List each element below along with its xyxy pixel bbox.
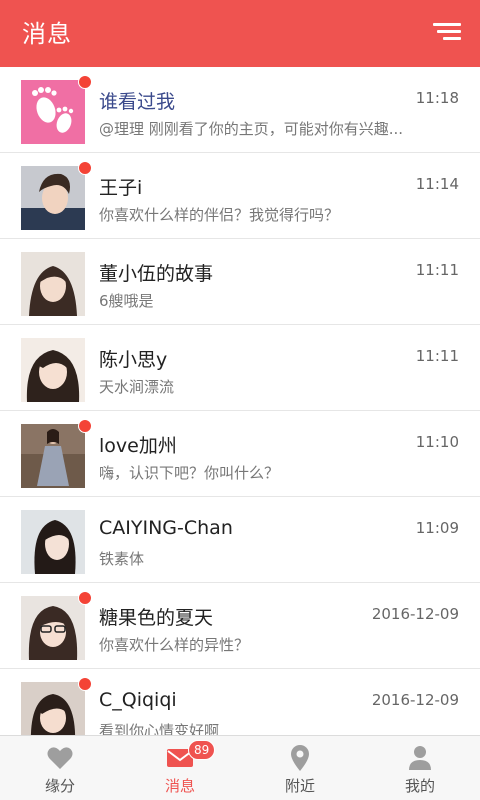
message-row[interactable]: CAIYING-Chan 铁素体 11:09: [0, 497, 480, 583]
message-time: 11:14: [415, 175, 459, 193]
message-time: 2016-12-09: [371, 691, 459, 709]
message-row[interactable]: 王子i 你喜欢什么样的伴侣？我觉得行吗？ 11:14: [0, 153, 480, 239]
message-time: 11:11: [415, 261, 459, 279]
message-row[interactable]: 董小伍的故事 6艘哦是 11:11: [0, 239, 480, 325]
avatar: [21, 510, 85, 574]
message-row[interactable]: 糖果色的夏天 你喜欢什么样的异性？ 2016-12-09: [0, 583, 480, 669]
message-time: 11:18: [415, 89, 459, 107]
contact-name: love加州: [99, 435, 177, 457]
person-icon: [409, 746, 431, 770]
page-title: 消息: [22, 20, 72, 48]
contact-name: C_Qiqiqi: [99, 689, 177, 711]
message-preview: 铁素体: [99, 550, 145, 568]
message-preview: @理理 刚刚看了你的主页，可能对你有兴趣...: [99, 120, 404, 138]
heart-icon: [47, 747, 73, 769]
unread-dot: [78, 419, 92, 433]
avatar: [21, 424, 85, 488]
tab-me[interactable]: 我的: [360, 736, 480, 800]
message-list[interactable]: 谁看过我 @理理 刚刚看了你的主页，可能对你有兴趣... 11:18 王子i 你…: [0, 67, 480, 735]
message-row[interactable]: 陈小思y 天水涧漂流 11:11: [0, 325, 480, 411]
message-row[interactable]: C_Qiqiqi 看到你心情变好啊 2016-12-09: [0, 669, 480, 735]
message-time: 11:10: [415, 433, 459, 451]
contact-name: 王子i: [99, 177, 143, 199]
message-time: 2016-12-09: [371, 605, 459, 623]
unread-dot: [78, 161, 92, 175]
message-preview: 你喜欢什么样的异性？: [99, 636, 250, 654]
tab-label: 消息: [164, 777, 195, 795]
contact-name: CAIYING-Chan: [99, 517, 233, 539]
tab-label: 我的: [404, 777, 435, 795]
bottom-tab-bar: 缘分 89 消息 附近 我的: [0, 735, 480, 800]
contact-name: 陈小思y: [99, 349, 168, 371]
message-preview: 看到你心情变好啊: [99, 722, 220, 735]
footprint-icon: [21, 80, 85, 144]
avatar: [21, 596, 85, 660]
message-row-visitors[interactable]: 谁看过我 @理理 刚刚看了你的主页，可能对你有兴趣... 11:18: [0, 67, 480, 153]
tab-fate[interactable]: 缘分: [0, 736, 120, 800]
tab-messages[interactable]: 89 消息: [120, 736, 240, 800]
unread-dot: [78, 75, 92, 89]
message-preview: 你喜欢什么样的伴侣？我觉得行吗？: [99, 206, 340, 224]
contact-name: 董小伍的故事: [99, 263, 214, 285]
unread-count-badge: 89: [188, 740, 216, 760]
unread-dot: [78, 677, 92, 691]
avatar: [21, 338, 85, 402]
location-pin-icon: [291, 745, 309, 771]
menu-lines-icon[interactable]: [433, 20, 461, 44]
tab-nearby[interactable]: 附近: [240, 736, 360, 800]
avatar: [21, 166, 85, 230]
message-preview: 嗨，认识下吧？你叫什么？: [99, 464, 280, 482]
footprints-avatar: [21, 80, 85, 144]
message-preview: 6艘哦是: [99, 292, 154, 310]
message-preview: 天水涧漂流: [99, 378, 175, 396]
unread-dot: [78, 591, 92, 605]
message-row[interactable]: love加州 嗨，认识下吧？你叫什么？ 11:10: [0, 411, 480, 497]
message-time: 11:11: [415, 347, 459, 365]
contact-name: 谁看过我: [99, 91, 176, 113]
app-header: 消息: [0, 0, 480, 67]
tab-label: 缘分: [44, 777, 75, 795]
tab-label: 附近: [284, 777, 315, 795]
contact-name: 糖果色的夏天: [99, 607, 214, 629]
message-time: 11:09: [415, 519, 459, 537]
avatar: [21, 682, 85, 735]
avatar: [21, 252, 85, 316]
